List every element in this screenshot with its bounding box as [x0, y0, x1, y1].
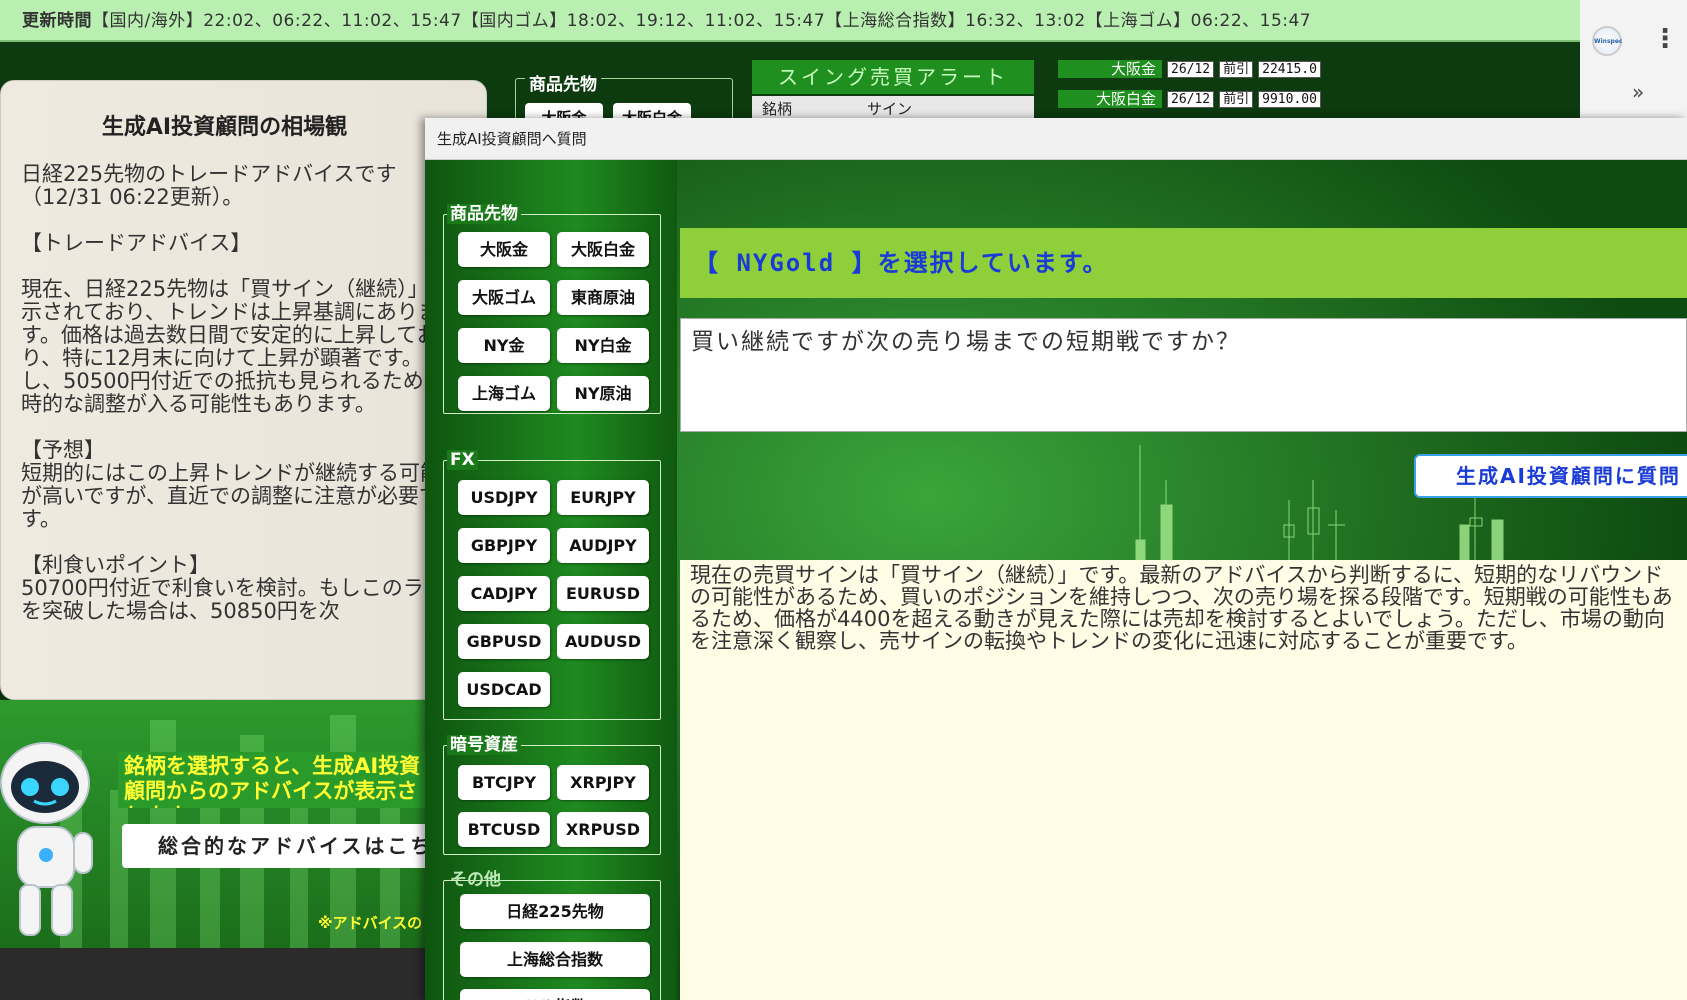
- update-time-ticker: 更新時間【国内/海外】22:02、06:22、11:02、15:47【国内ゴム】…: [0, 0, 1580, 42]
- robot-mascot-icon: [0, 742, 93, 936]
- ai-answer-text: 現在の売買サインは「買サイン（継続）」です。最新のアドバイスから判断するに、短期…: [680, 560, 1687, 1000]
- symbol-button-xrpjpy[interactable]: XRPJPY: [557, 765, 649, 800]
- market-view-body: 日経225先物のトレードアドバイスです（12/31 06:22更新）。 【トレー…: [21, 162, 466, 623]
- symbol-selector-column: 商品先物 大阪金 大阪白金 大阪ゴム 東商原油 NY金 NY白金 上海ゴム NY…: [425, 160, 677, 1000]
- symbol-button-audjpy[interactable]: AUDJPY: [557, 528, 649, 563]
- ticker-text: 【国内/海外】22:02、06:22、11:02、15:47【国内ゴム】18:0…: [92, 11, 1312, 31]
- ask-ai-button[interactable]: 生成AI投資顧問に質問: [1414, 454, 1687, 498]
- symbol-button-shanghai-rubber[interactable]: 上海ゴム: [458, 376, 550, 411]
- symbol-button-gbpusd[interactable]: GBPUSD: [458, 624, 550, 659]
- symbol-button-gbpjpy[interactable]: GBPJPY: [458, 528, 550, 563]
- symbol-button-dollar-index[interactable]: ドル指数: [460, 989, 650, 1000]
- group-commodity-title: 商品先物: [447, 204, 521, 224]
- page-bottom-bar: [0, 948, 440, 1000]
- swing-alert-title: スイング売買アラート: [752, 60, 1034, 94]
- ask-ai-dialog: 生成AI投資顧問へ質問 商品先物 大阪金 大阪白金 大阪ゴム 東商原油 NY金 …: [425, 118, 1687, 1000]
- overall-advice-button[interactable]: 総合的なアドバイスはこちら: [122, 824, 442, 868]
- advice-tip-text: 銘柄を選択すると、生成AI投資顧問からのアドバイスが表示されます。: [118, 752, 438, 808]
- dialog-body: 商品先物 大阪金 大阪白金 大阪ゴム 東商原油 NY金 NY白金 上海ゴム NY…: [425, 160, 1687, 1000]
- price-row-osaka-platinum: 大阪白金 26/12 前引 9910.00: [1058, 89, 1321, 109]
- symbol-button-osaka-gold[interactable]: 大阪金: [458, 232, 550, 267]
- symbol-button-tocom-crude[interactable]: 東商原油: [557, 280, 649, 315]
- group-fx-title: FX: [447, 450, 478, 470]
- bg-commodity-title: 商品先物: [525, 70, 601, 95]
- dialog-title: 生成AI投資顧問へ質問: [425, 118, 1687, 160]
- question-input[interactable]: 買い継続ですが次の売り場までの短期戦ですか？: [680, 318, 1687, 432]
- group-other-title: その他: [450, 870, 501, 890]
- symbol-button-osaka-platinum[interactable]: 大阪白金: [557, 232, 649, 267]
- symbol-button-ny-gold[interactable]: NY金: [458, 328, 550, 363]
- symbol-button-usdcad[interactable]: USDCAD: [458, 672, 550, 707]
- symbol-button-xrpusd[interactable]: XRPUSD: [557, 812, 649, 847]
- extension-logo-icon[interactable]: Winspec: [1592, 26, 1622, 56]
- symbol-button-btcusd[interactable]: BTCUSD: [458, 812, 550, 847]
- price-value: 9910.00: [1258, 90, 1321, 108]
- screen: 更新時間【国内/海外】22:02、06:22、11:02、15:47【国内ゴム】…: [0, 0, 1687, 1000]
- price-value: 22415.0: [1258, 60, 1321, 78]
- price-row-osaka-gold: 大阪金 26/12 前引 22415.0: [1058, 59, 1321, 79]
- symbol-button-eurusd[interactable]: EURUSD: [557, 576, 649, 611]
- price-session: 前引: [1219, 60, 1254, 78]
- advice-note: ※アドバイスの: [318, 914, 423, 932]
- market-view-title: 生成AI投資顧問の相場観: [101, 115, 348, 140]
- symbol-button-cadjpy[interactable]: CADJPY: [458, 576, 550, 611]
- group-crypto-title: 暗号資産: [447, 735, 521, 755]
- price-session: 前引: [1219, 90, 1254, 108]
- swing-alert-columns: 銘柄 サイン: [752, 96, 1034, 118]
- more-menu-icon[interactable]: ⋮: [1652, 24, 1678, 54]
- selected-symbol-banner: 【 NYGold 】を選択しています。: [680, 228, 1687, 298]
- symbol-button-osaka-rubber[interactable]: 大阪ゴム: [458, 280, 550, 315]
- symbol-button-usdjpy[interactable]: USDJPY: [458, 480, 550, 515]
- price-month: 26/12: [1167, 60, 1215, 78]
- market-view-card: 生成AI投資顧問の相場観 日経225先物のトレードアドバイスです（12/31 0…: [0, 80, 487, 700]
- symbol-button-eurjpy[interactable]: EURJPY: [557, 480, 649, 515]
- chevron-overflow-icon[interactable]: »: [1632, 80, 1644, 104]
- ticker-label: 更新時間: [22, 11, 92, 31]
- symbol-button-ny-platinum[interactable]: NY白金: [557, 328, 649, 363]
- price-month: 26/12: [1167, 90, 1215, 108]
- price-label: 大阪金: [1058, 60, 1162, 78]
- symbol-button-btcjpy[interactable]: BTCJPY: [458, 765, 550, 800]
- symbol-button-ny-crude[interactable]: NY原油: [557, 376, 649, 411]
- symbol-button-shanghai-composite[interactable]: 上海総合指数: [460, 942, 650, 977]
- symbol-button-nikkei225[interactable]: 日経225先物: [460, 894, 650, 929]
- symbol-button-audusd[interactable]: AUDUSD: [557, 624, 649, 659]
- price-label: 大阪白金: [1058, 90, 1162, 108]
